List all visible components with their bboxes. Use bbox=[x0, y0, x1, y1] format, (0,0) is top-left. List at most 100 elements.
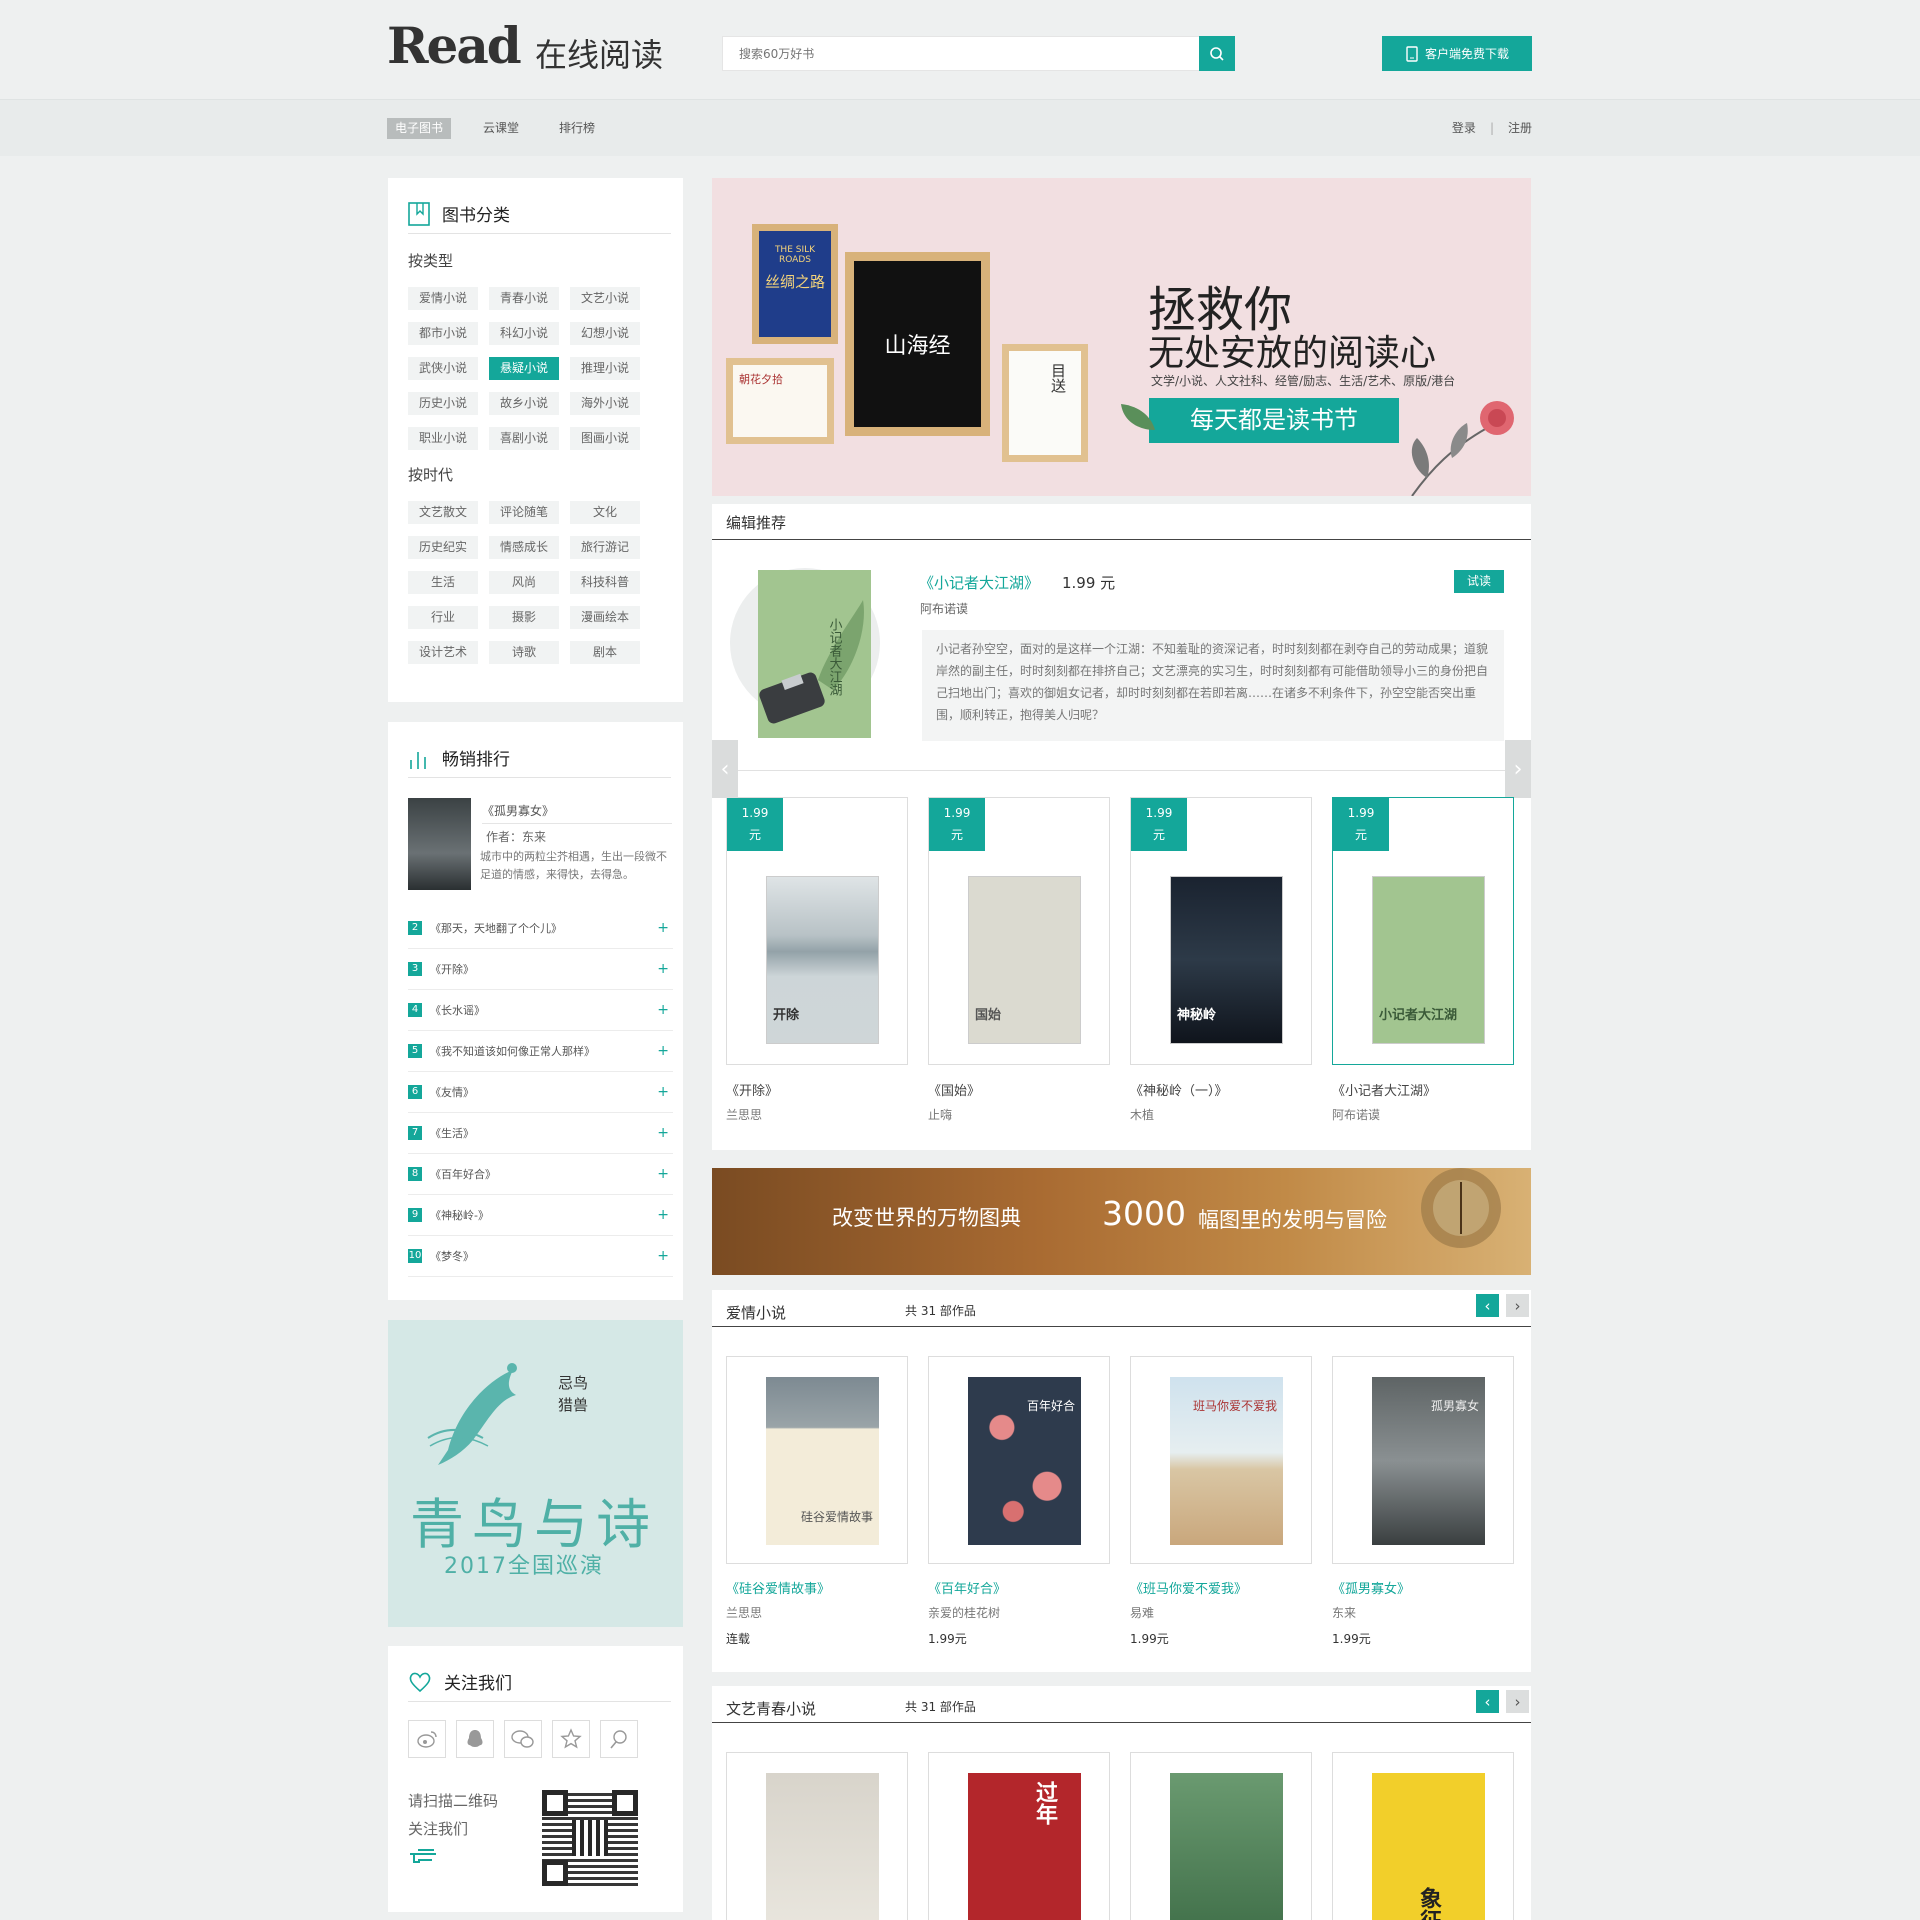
youth-prev-button[interactable]: ‹ bbox=[1476, 1690, 1499, 1713]
promo-banner[interactable]: 改变世界的万物图典 3000 幅图里的发明与冒险 bbox=[712, 1168, 1531, 1275]
zhihu-icon[interactable] bbox=[600, 1720, 638, 1758]
book-title[interactable]: 《国始》 bbox=[928, 1080, 980, 1099]
expand-plus-icon[interactable]: + bbox=[657, 1002, 669, 1018]
book-card[interactable]: 1.99 元神秘岭 bbox=[1130, 797, 1312, 1065]
rank-row[interactable]: 2 《那天，天地翻了个个儿》 + bbox=[408, 908, 673, 949]
rank-row[interactable]: 8 《百年好合》 + bbox=[408, 1154, 673, 1195]
book-title[interactable]: 《神秘岭（一）》 bbox=[1130, 1080, 1228, 1099]
book-title[interactable]: 《孤男寡女》 bbox=[1332, 1578, 1410, 1597]
type-tag[interactable]: 海外小说 bbox=[570, 392, 640, 415]
download-client-button[interactable]: 客户端免费下载 bbox=[1382, 36, 1532, 71]
try-read-button[interactable]: 试读 bbox=[1454, 570, 1504, 593]
feature-title[interactable]: 《小记者大江湖》 bbox=[919, 572, 1039, 593]
youth-next-button[interactable]: › bbox=[1506, 1690, 1529, 1713]
site-logo[interactable]: Read 在线阅读 bbox=[387, 16, 687, 78]
rank-row[interactable]: 7 《生活》 + bbox=[408, 1113, 673, 1154]
search-button[interactable] bbox=[1199, 36, 1235, 71]
nav-item-cloud-class[interactable]: 云课堂 bbox=[475, 118, 527, 139]
era-tag[interactable]: 历史纪实 bbox=[408, 536, 478, 559]
type-tag[interactable]: 喜剧小说 bbox=[489, 427, 559, 450]
download-label: 客户端免费下载 bbox=[1424, 47, 1509, 61]
expand-plus-icon[interactable]: + bbox=[657, 1084, 669, 1100]
expand-plus-icon[interactable]: + bbox=[657, 1248, 669, 1264]
rank-row[interactable]: 6 《友情》 + bbox=[408, 1072, 673, 1113]
era-tag[interactable]: 文艺散文 bbox=[408, 501, 478, 524]
era-tag[interactable]: 漫画绘本 bbox=[570, 606, 640, 629]
type-tag[interactable]: 都市小说 bbox=[408, 322, 478, 345]
editor-section-title: 编辑推荐 bbox=[726, 514, 787, 532]
type-tag[interactable]: 推理小说 bbox=[570, 357, 640, 380]
expand-plus-icon[interactable]: + bbox=[657, 920, 669, 936]
expand-plus-icon[interactable]: + bbox=[657, 1125, 669, 1141]
expand-plus-icon[interactable]: + bbox=[657, 1207, 669, 1223]
era-tag[interactable]: 评论随笔 bbox=[489, 501, 559, 524]
era-tag[interactable]: 科技科普 bbox=[570, 571, 640, 594]
nav-item-ebooks[interactable]: 电子图书 bbox=[387, 118, 452, 139]
book-author: 木植 bbox=[1130, 1108, 1155, 1122]
era-tag[interactable]: 情感成长 bbox=[489, 536, 559, 559]
book-card[interactable] bbox=[1130, 1752, 1312, 1920]
type-tag[interactable]: 悬疑小说 bbox=[489, 357, 559, 380]
book-card[interactable]: 1.99 元小记者大江湖 bbox=[1332, 797, 1514, 1065]
carousel-next-button[interactable]: › bbox=[1505, 740, 1531, 798]
book-card[interactable]: 百年好合 bbox=[928, 1356, 1110, 1564]
era-tag[interactable]: 文化 bbox=[570, 501, 640, 524]
rank-row[interactable]: 10 《梦冬》 + bbox=[408, 1236, 673, 1277]
login-link[interactable]: 登录 bbox=[1452, 118, 1476, 139]
book-card[interactable]: 班马你爱不爱我 bbox=[1130, 1356, 1312, 1564]
era-tag[interactable]: 摄影 bbox=[489, 606, 559, 629]
type-tag[interactable]: 图画小说 bbox=[570, 427, 640, 450]
romance-next-button[interactable]: › bbox=[1506, 1294, 1529, 1317]
type-tag[interactable]: 青春小说 bbox=[489, 287, 559, 310]
era-tag[interactable]: 设计艺术 bbox=[408, 641, 478, 664]
expand-plus-icon[interactable]: + bbox=[657, 1043, 669, 1059]
feature-cover[interactable]: 小记者大江湖 bbox=[758, 570, 871, 738]
carousel-prev-button[interactable]: ‹ bbox=[712, 740, 738, 798]
book-card[interactable]: 孤男寡女 bbox=[1332, 1356, 1514, 1564]
rank-title: 《我不知道该如何像正常人那样》 bbox=[430, 1045, 595, 1058]
type-tag[interactable]: 爱情小说 bbox=[408, 287, 478, 310]
book-title[interactable]: 《班马你爱不爱我》 bbox=[1130, 1578, 1247, 1597]
weibo-icon[interactable] bbox=[408, 1720, 446, 1758]
book-title[interactable]: 《开除》 bbox=[726, 1080, 778, 1099]
expand-plus-icon[interactable]: + bbox=[657, 961, 669, 977]
book-title[interactable]: 《小记者大江湖》 bbox=[1332, 1080, 1436, 1099]
era-tag[interactable]: 生活 bbox=[408, 571, 478, 594]
book-title[interactable]: 《百年好合》 bbox=[928, 1578, 1006, 1597]
type-tag[interactable]: 科幻小说 bbox=[489, 322, 559, 345]
romance-prev-button[interactable]: ‹ bbox=[1476, 1294, 1499, 1317]
era-tag[interactable]: 行业 bbox=[408, 606, 478, 629]
era-tag[interactable]: 剧本 bbox=[570, 641, 640, 664]
type-tag[interactable]: 文艺小说 bbox=[570, 287, 640, 310]
era-tag[interactable]: 诗歌 bbox=[489, 641, 559, 664]
type-tag[interactable]: 武侠小说 bbox=[408, 357, 478, 380]
book-title[interactable]: 《硅谷爱情故事》 bbox=[726, 1578, 830, 1597]
type-tag[interactable]: 幻想小说 bbox=[570, 322, 640, 345]
type-tag[interactable]: 职业小说 bbox=[408, 427, 478, 450]
rank-row[interactable]: 9 《神秘岭-》 + bbox=[408, 1195, 673, 1236]
wechat-icon[interactable] bbox=[504, 1720, 542, 1758]
rank-row[interactable]: 4 《长水谣》 + bbox=[408, 990, 673, 1031]
book-card[interactable] bbox=[726, 1752, 908, 1920]
expand-plus-icon[interactable]: + bbox=[657, 1166, 669, 1182]
banner-cta[interactable]: 每天都是读书节 bbox=[1149, 398, 1399, 443]
era-tag[interactable]: 旅行游记 bbox=[570, 536, 640, 559]
book-card[interactable]: 过年 bbox=[928, 1752, 1110, 1920]
type-tag[interactable]: 历史小说 bbox=[408, 392, 478, 415]
book-card[interactable]: 1.99 元开除 bbox=[726, 797, 908, 1065]
book-card[interactable]: 硅谷爱情故事 bbox=[726, 1356, 908, 1564]
side-ad-bluebird[interactable]: 忌鸟猎兽 青鸟与诗 2017全国巡演 bbox=[388, 1320, 683, 1627]
qq-icon[interactable] bbox=[456, 1720, 494, 1758]
book-card[interactable]: 1.99 元国始 bbox=[928, 797, 1110, 1065]
search-input[interactable] bbox=[723, 37, 1183, 70]
era-tag[interactable]: 风尚 bbox=[489, 571, 559, 594]
rank-top-item[interactable]: 《孤男寡女》 作者：东来 城市中的两粒尘芥相遇，生出一段微不足道的情感，来得快，… bbox=[408, 798, 673, 892]
type-tag[interactable]: 故乡小说 bbox=[489, 392, 559, 415]
rank-row[interactable]: 5 《我不知道该如何像正常人那样》 + bbox=[408, 1031, 673, 1072]
star-icon[interactable] bbox=[552, 1720, 590, 1758]
hero-banner[interactable]: THE SILK ROADS 丝绸之路 山海经 朝花夕拾 目送 拯救你 无处安放… bbox=[712, 178, 1531, 496]
book-card[interactable]: 象征 bbox=[1332, 1752, 1514, 1920]
rank-row[interactable]: 3 《开除》 + bbox=[408, 949, 673, 990]
register-link[interactable]: 注册 bbox=[1508, 118, 1532, 139]
nav-item-ranking[interactable]: 排行榜 bbox=[551, 118, 603, 139]
